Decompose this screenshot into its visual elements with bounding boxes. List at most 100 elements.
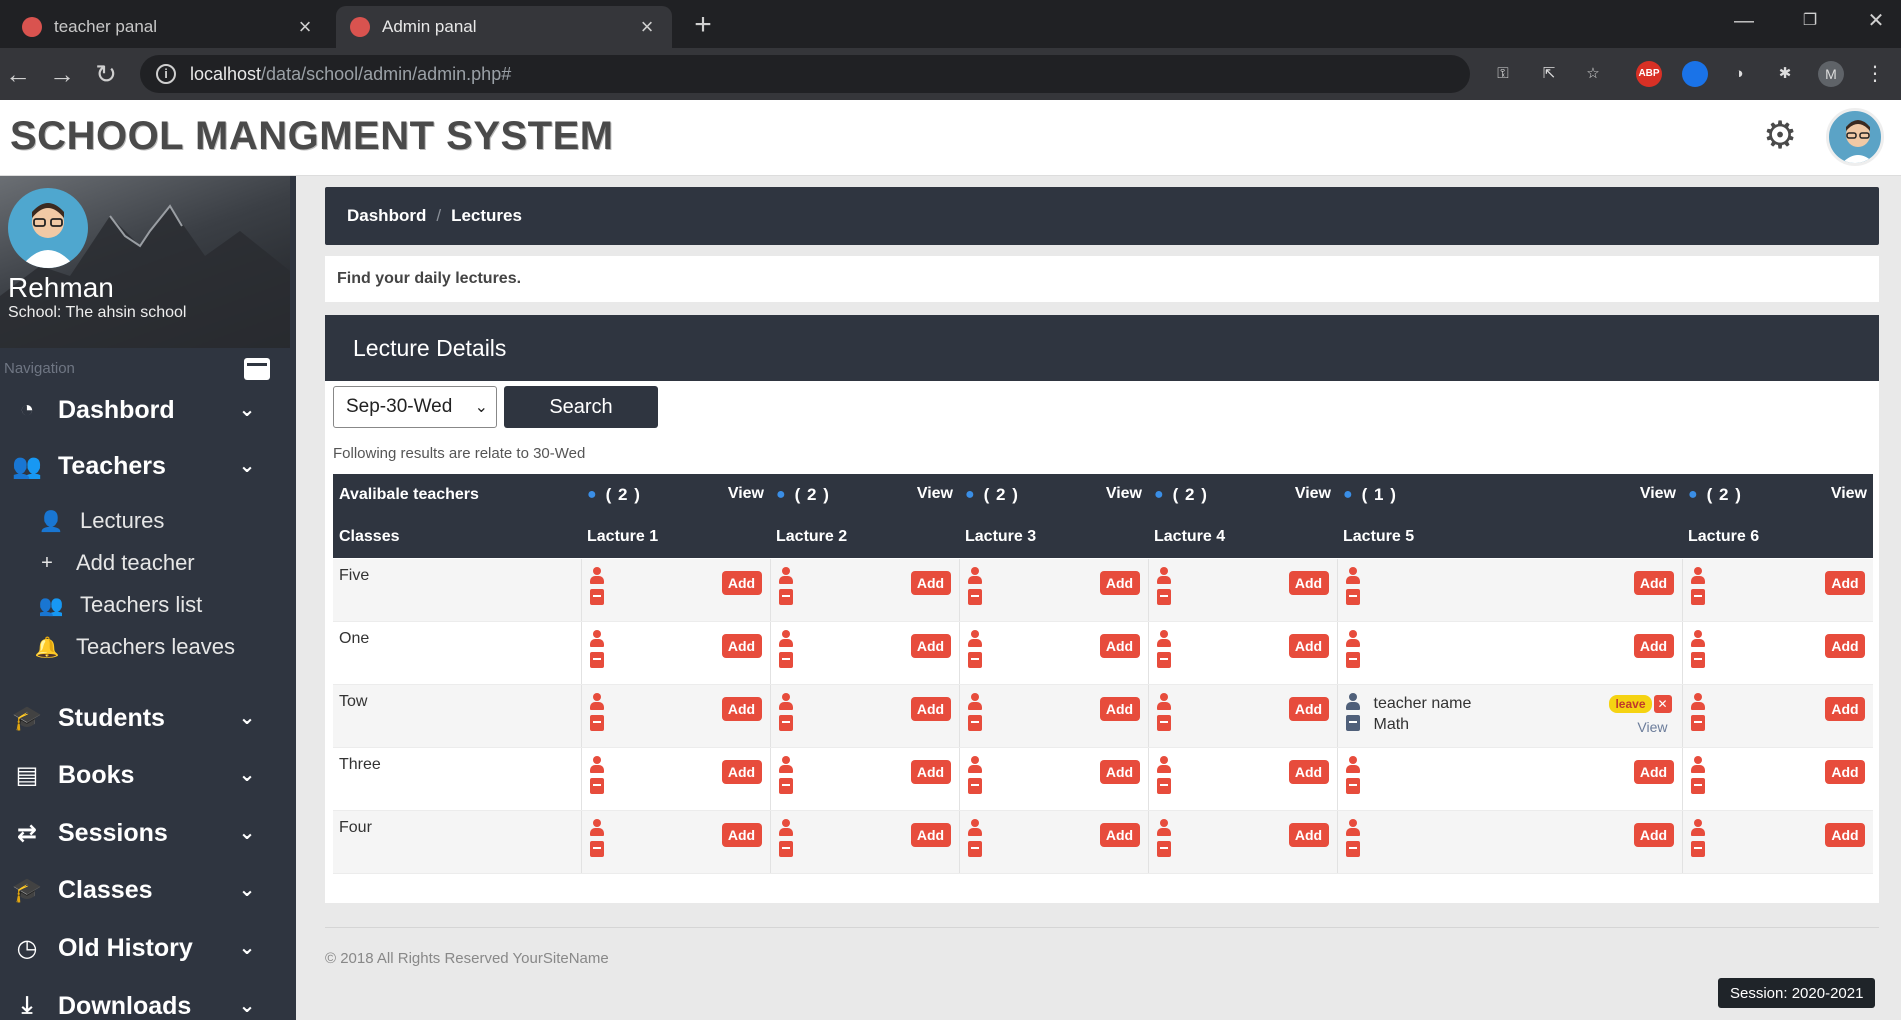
- new-tab-icon[interactable]: +: [688, 8, 718, 42]
- chevron-down-icon[interactable]: ⌄: [234, 397, 260, 423]
- url-field[interactable]: i localhost/data/school/admin/admin.php#: [140, 55, 1470, 93]
- add-teacher-button[interactable]: Add: [1099, 633, 1140, 658]
- add-teacher-button[interactable]: Add: [721, 570, 762, 595]
- chevron-down-icon[interactable]: ⌄: [234, 705, 260, 731]
- sidebar-item-teachers[interactable]: 👥 Teachers ⌄: [0, 442, 290, 490]
- info-icon[interactable]: i: [156, 64, 176, 84]
- reload-icon[interactable]: ↻: [90, 58, 122, 90]
- person-icon: ●: [1343, 486, 1354, 503]
- teacher-icon-body: [778, 764, 793, 773]
- chevron-down-icon[interactable]: ⌄: [234, 993, 260, 1019]
- browser-menu-icon[interactable]: ⋮: [1862, 61, 1888, 87]
- add-teacher-button[interactable]: Add: [1288, 696, 1329, 721]
- add-teacher-button[interactable]: Add: [1099, 822, 1140, 847]
- view-link[interactable]: View: [728, 485, 764, 503]
- sidebar-item-students[interactable]: 🎓 Students ⌄: [0, 694, 290, 742]
- teacher-icon-body: [1156, 575, 1171, 584]
- add-teacher-button[interactable]: Add: [1288, 570, 1329, 595]
- user-avatar[interactable]: [1826, 108, 1884, 166]
- add-teacher-button[interactable]: Add: [1288, 633, 1329, 658]
- share-icon[interactable]: ⇱: [1536, 61, 1562, 87]
- breadcrumb-item-dashboard[interactable]: Dashbord: [347, 206, 426, 226]
- sidebar-item-books[interactable]: ▤ Books ⌄: [0, 751, 290, 799]
- back-icon[interactable]: ←: [2, 58, 34, 90]
- add-teacher-button[interactable]: Add: [721, 633, 762, 658]
- leave-badge[interactable]: leave: [1609, 694, 1652, 713]
- browser-tab-admin[interactable]: Admin panal ×: [336, 6, 672, 48]
- sidebar-item-label: Old History: [58, 933, 193, 962]
- add-teacher-button[interactable]: Add: [1825, 633, 1865, 658]
- book-icon: [1345, 651, 1360, 668]
- add-teacher-button[interactable]: Add: [721, 822, 762, 847]
- close-window-icon[interactable]: ✕: [1854, 6, 1898, 36]
- sidebar-subitem-teachers-leaves[interactable]: 🔔 Teachers leaves: [0, 627, 290, 667]
- sidebar-item-classes[interactable]: 🎓 Classes ⌄: [0, 866, 290, 914]
- browser-tab-teacher[interactable]: teacher panal ×: [8, 6, 330, 48]
- add-teacher-button[interactable]: Add: [1099, 696, 1140, 721]
- add-teacher-button[interactable]: Add: [1099, 759, 1140, 784]
- add-teacher-button[interactable]: Add: [1633, 822, 1674, 847]
- add-teacher-button[interactable]: Add: [1288, 759, 1329, 784]
- add-teacher-button[interactable]: Add: [1825, 759, 1865, 784]
- extension-gray-icon[interactable]: ◑: [1726, 61, 1752, 87]
- add-teacher-button[interactable]: Add: [721, 696, 762, 721]
- add-teacher-button[interactable]: Add: [1825, 570, 1865, 595]
- sidebar-item-dashboard[interactable]: ◔ Dashbord ⌄: [0, 386, 290, 434]
- sidebar-subitem-add-teacher[interactable]: + Add teacher: [0, 543, 290, 583]
- chevron-down-icon[interactable]: ⌄: [234, 935, 260, 961]
- add-teacher-button[interactable]: Add: [910, 633, 951, 658]
- bookmark-star-icon[interactable]: ☆: [1580, 61, 1606, 87]
- teacher-icon-body: [1156, 827, 1171, 836]
- remove-teacher-icon[interactable]: ✕: [1653, 694, 1672, 713]
- sidebar-toggle-icon[interactable]: [244, 358, 270, 380]
- teacher-icon: [778, 692, 793, 711]
- add-teacher-button[interactable]: Add: [1099, 570, 1140, 595]
- add-teacher-button[interactable]: Add: [1825, 696, 1865, 721]
- profile-school: School: The ahsin school: [8, 304, 187, 321]
- chevron-down-icon[interactable]: ⌄: [234, 453, 260, 479]
- chevron-down-icon[interactable]: ⌄: [234, 877, 260, 903]
- chevron-down-icon[interactable]: ⌄: [234, 762, 260, 788]
- lecture-header: Lacture 1: [581, 516, 770, 558]
- lecture-slot-cell: Add: [1147, 746, 1337, 811]
- view-link[interactable]: View: [1106, 485, 1142, 503]
- view-link[interactable]: View: [917, 485, 953, 503]
- sidebar-subitem-teachers-list[interactable]: 👥 Teachers list: [0, 585, 290, 625]
- forward-icon[interactable]: →: [46, 58, 78, 90]
- close-tab-icon[interactable]: ×: [636, 14, 658, 40]
- minimize-icon[interactable]: —: [1722, 6, 1766, 36]
- teacher-icon-body: [1345, 638, 1360, 647]
- sidebar-item-old-history[interactable]: ◷ Old History ⌄: [0, 924, 290, 972]
- add-teacher-button[interactable]: Add: [1288, 822, 1329, 847]
- add-teacher-button[interactable]: Add: [1825, 822, 1865, 847]
- teacher-icon-head: [781, 566, 790, 575]
- restore-icon[interactable]: ❐: [1788, 6, 1832, 36]
- teacher-icon: [1345, 692, 1360, 711]
- add-teacher-button[interactable]: Add: [721, 759, 762, 784]
- view-link[interactable]: View: [1637, 719, 1667, 735]
- profile-icon[interactable]: M: [1818, 61, 1844, 87]
- close-tab-icon[interactable]: ×: [294, 14, 316, 40]
- add-teacher-button[interactable]: Add: [1633, 759, 1674, 784]
- add-teacher-button[interactable]: Add: [910, 570, 951, 595]
- search-button[interactable]: Search: [504, 386, 658, 428]
- date-select[interactable]: Sep-30-Wed ⌄: [333, 386, 497, 428]
- chevron-down-icon[interactable]: ⌄: [234, 820, 260, 846]
- sidebar-item-sessions[interactable]: ⇄ Sessions ⌄: [0, 809, 290, 857]
- sidebar-item-downloads[interactable]: ⤓ Downloads ⌄: [0, 982, 290, 1020]
- add-teacher-button[interactable]: Add: [910, 759, 951, 784]
- gear-icon[interactable]: ⚙: [1760, 116, 1800, 156]
- add-teacher-button[interactable]: Add: [1633, 570, 1674, 595]
- extensions-puzzle-icon[interactable]: ✱: [1772, 61, 1798, 87]
- extension-blue-icon[interactable]: [1682, 61, 1708, 87]
- sidebar-subitem-lectures[interactable]: 👤 Lectures: [0, 501, 290, 541]
- breadcrumb-item-lectures[interactable]: Lectures: [451, 206, 522, 226]
- key-icon[interactable]: ⚿: [1490, 61, 1516, 87]
- view-link[interactable]: View: [1831, 485, 1867, 503]
- view-link[interactable]: View: [1295, 485, 1331, 503]
- add-teacher-button[interactable]: Add: [910, 822, 951, 847]
- add-teacher-button[interactable]: Add: [910, 696, 951, 721]
- add-teacher-button[interactable]: Add: [1633, 633, 1674, 658]
- view-link[interactable]: View: [1640, 485, 1676, 503]
- adblock-icon[interactable]: ABP: [1636, 61, 1662, 87]
